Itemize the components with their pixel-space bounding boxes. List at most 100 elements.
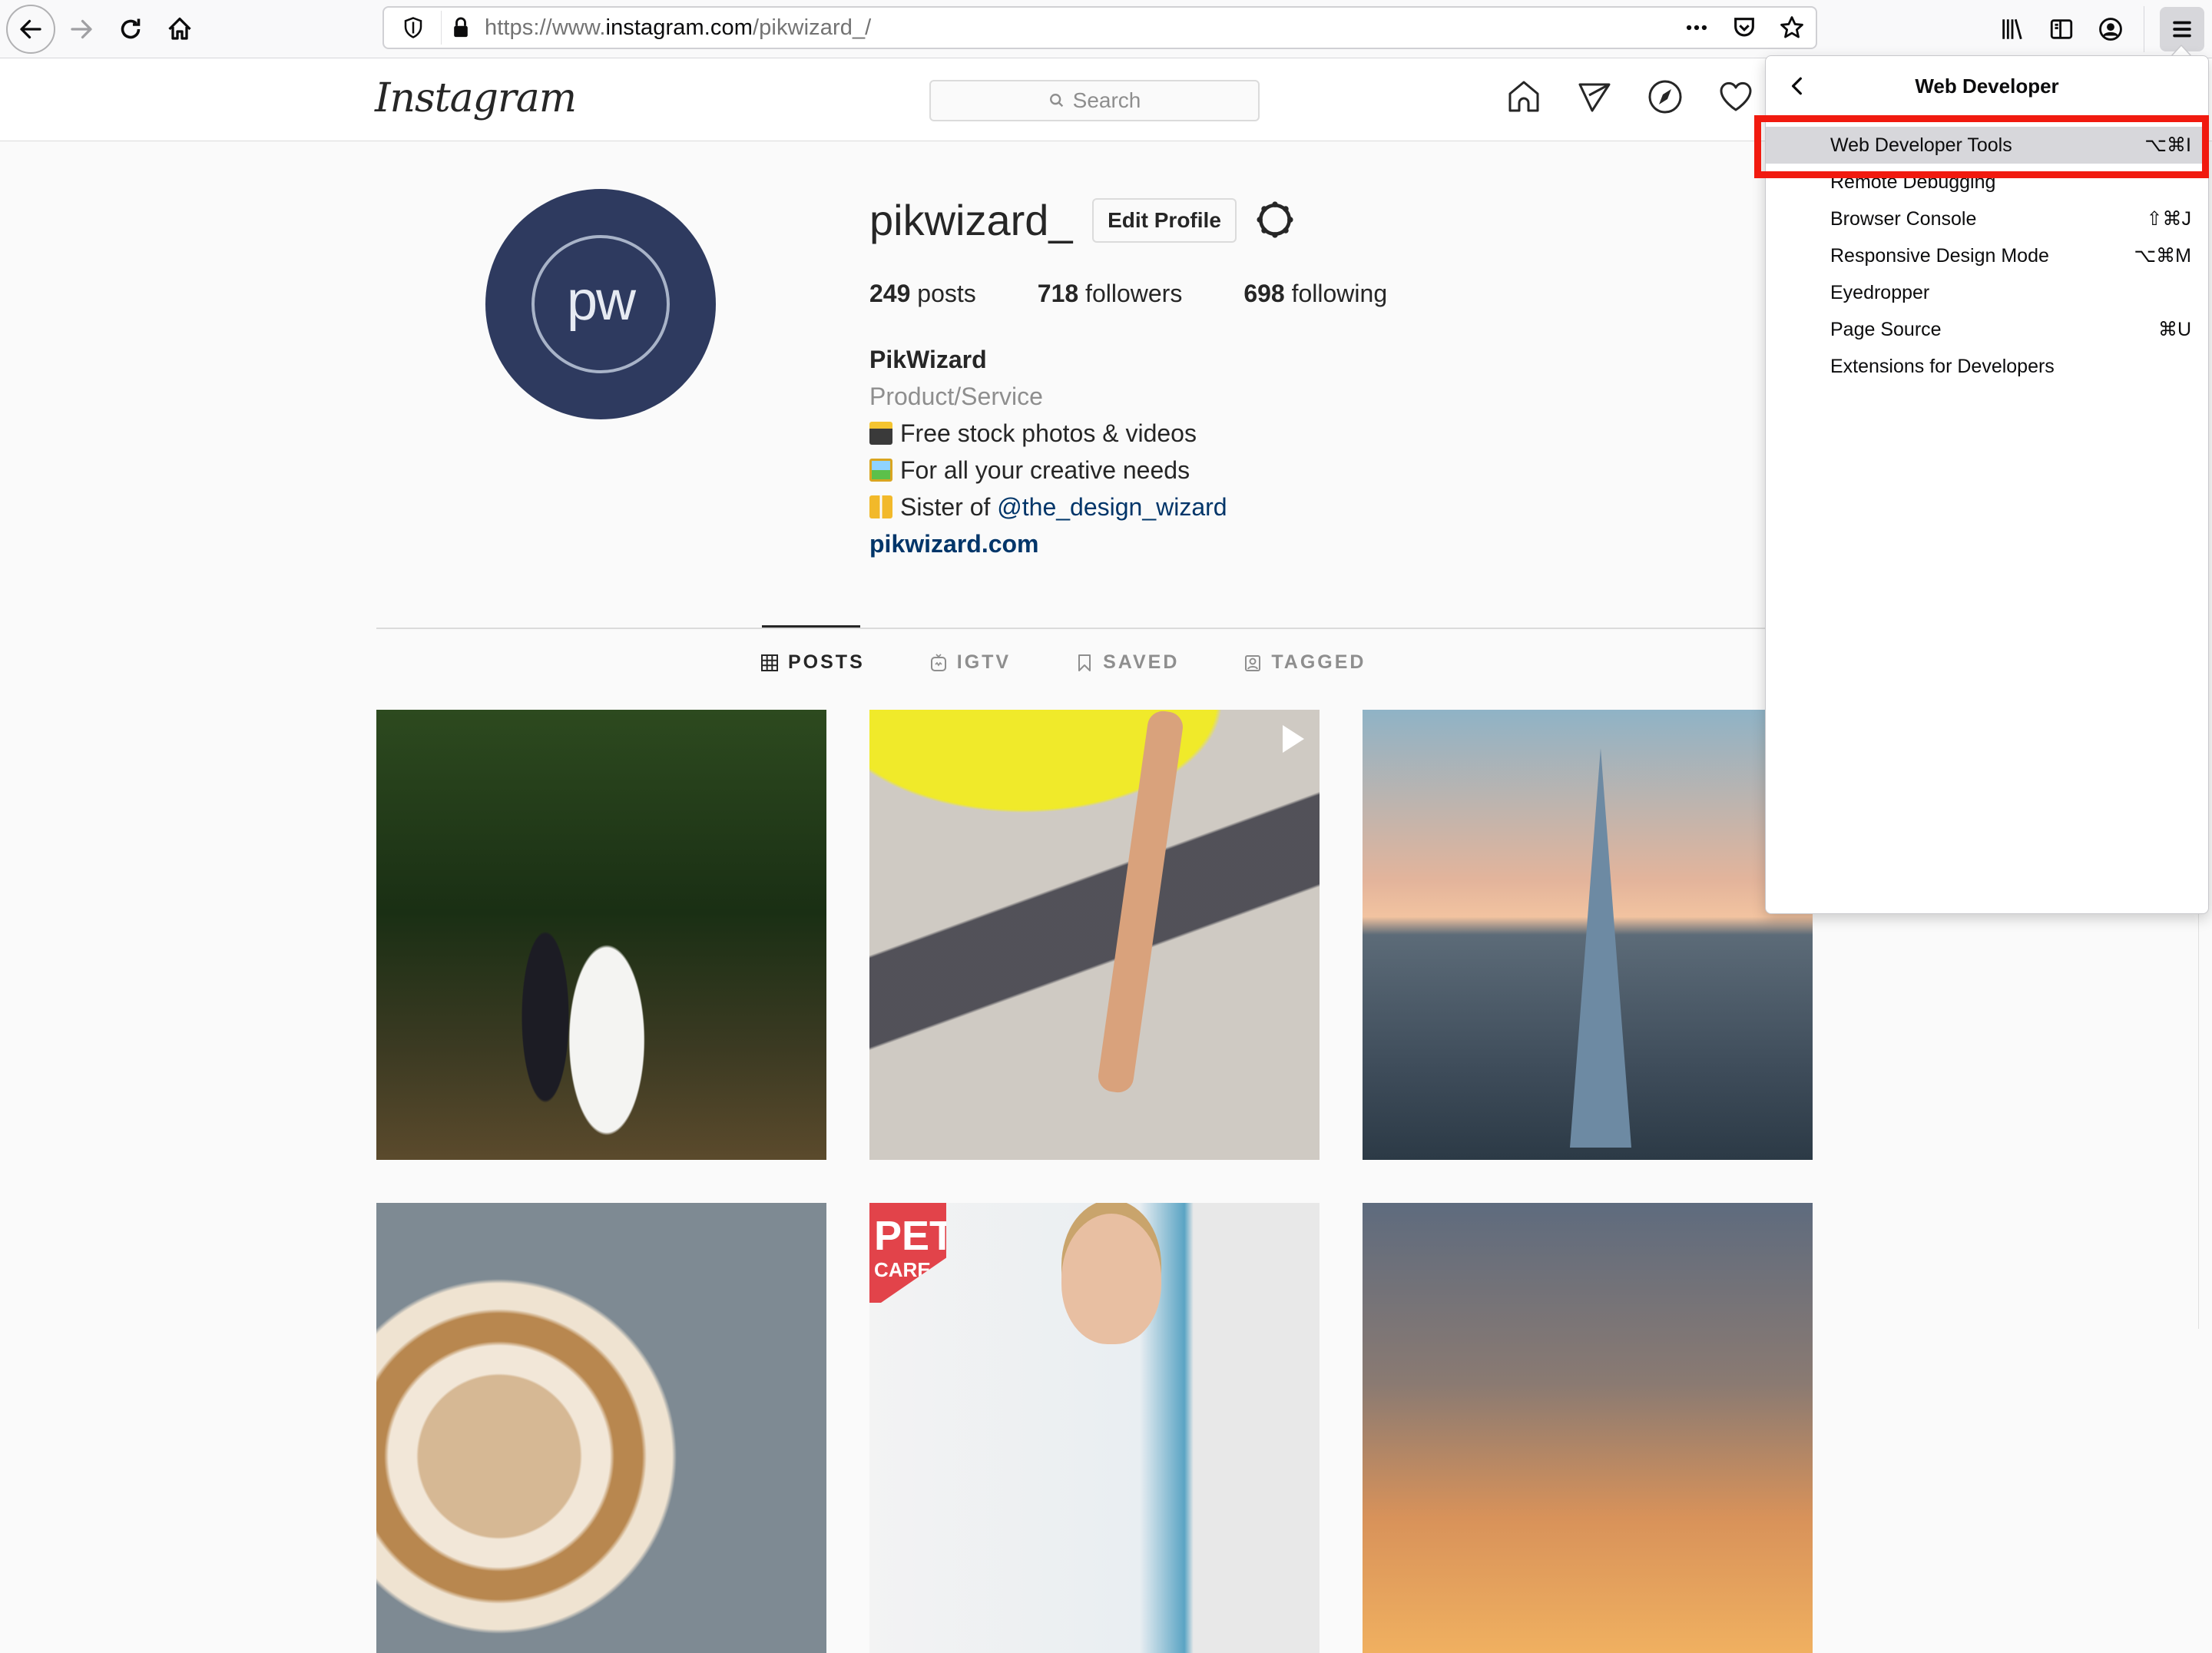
menu-item-label: Browser Console	[1830, 207, 1977, 230]
menu-item-shortcut: ⌥⌘I	[2144, 134, 2191, 156]
forward-button[interactable]	[58, 6, 104, 52]
back-button[interactable]	[6, 5, 55, 54]
stat-count: 249	[869, 280, 911, 307]
site-identity-button[interactable]	[452, 12, 475, 43]
menu-arrow	[2171, 45, 2192, 57]
browser-toolbar: https://www.instagram.com/pikwizard_/	[0, 0, 2212, 58]
bio-line: Free stock photos & videos	[869, 415, 1227, 452]
menu-title: Web Developer	[1915, 74, 2059, 98]
profile-full-name: PikWizard	[869, 346, 987, 373]
nav-activity-button[interactable]	[1717, 78, 1754, 119]
url-text[interactable]: https://www.instagram.com/pikwizard_/	[485, 15, 871, 41]
star-icon[interactable]	[1779, 15, 1805, 41]
website-link[interactable]: pikwizard.com	[869, 525, 1227, 562]
menu-item-label: Page Source	[1830, 318, 1942, 340]
edit-profile-button[interactable]: Edit Profile	[1092, 198, 1237, 243]
bio-line: Sister of @the_design_wizard	[869, 489, 1227, 525]
url-bar[interactable]: https://www.instagram.com/pikwizard_/	[382, 6, 1817, 49]
women-bunny-ears-emoji	[869, 495, 892, 518]
account-button[interactable]	[2088, 7, 2133, 51]
activity-heart-icon	[1720, 81, 1752, 111]
profile-bio: PikWizard Product/Service Free stock pho…	[869, 341, 1227, 562]
bio-text: For all your creative needs	[900, 456, 1190, 484]
bio-text: Free stock photos & videos	[900, 419, 1197, 447]
menu-item-label: Web Developer Tools	[1830, 134, 2012, 156]
more-dots-icon[interactable]	[1684, 15, 1710, 41]
stat-count: 718	[1037, 280, 1079, 307]
search-input[interactable]: Search	[929, 80, 1260, 121]
post-thumbnail[interactable]: PET CARE	[869, 1203, 1320, 1653]
account-icon	[2099, 18, 2122, 41]
avatar-logo-ring: pw	[531, 235, 670, 373]
sidebar-button[interactable]	[2039, 7, 2084, 51]
post-thumbnail[interactable]	[376, 710, 826, 1160]
profile-tabs: POSTS IGTV SAVED TAGGED	[760, 625, 1430, 674]
profile-stats: 249 posts 718 followers 698 following	[869, 280, 1449, 308]
reload-button[interactable]	[108, 6, 154, 52]
profile-category: Product/Service	[869, 383, 1043, 410]
avatar-logo-text: pw	[566, 270, 636, 332]
menu-item-page-source[interactable]: Page Source ⌘U	[1766, 311, 2208, 348]
nav-direct-button[interactable]	[1576, 78, 1613, 119]
menu-item-shortcut: ⌥⌘M	[2134, 245, 2191, 267]
post-thumbnail[interactable]	[1363, 710, 1813, 1160]
home-button[interactable]	[157, 6, 203, 52]
menu-item-extensions-for-developers[interactable]: Extensions for Developers	[1766, 348, 2208, 385]
url-prefix: https://www.	[485, 15, 606, 40]
sidebar-icon	[2050, 19, 2073, 39]
stat-label: followers	[1085, 280, 1183, 307]
tab-posts[interactable]: POSTS	[760, 625, 865, 674]
url-host: instagram.com	[605, 15, 753, 40]
tab-igtv[interactable]: IGTV	[929, 651, 1011, 674]
shield-icon	[404, 17, 422, 38]
menu-item-browser-console[interactable]: Browser Console ⇧⌘J	[1766, 200, 2208, 237]
back-arrow-icon	[20, 19, 41, 39]
menu-item-label: Extensions for Developers	[1830, 355, 2055, 377]
tabs-divider	[376, 628, 1813, 629]
forward-arrow-icon	[71, 19, 92, 39]
direct-message-icon	[1578, 83, 1611, 112]
tagged-user-icon	[1245, 654, 1261, 671]
chevron-left-icon	[1791, 77, 1802, 95]
igtv-icon	[930, 653, 946, 671]
menu-item-shortcut: ⌘U	[2157, 319, 2191, 340]
nav-explore-button[interactable]	[1647, 78, 1684, 119]
post-thumbnail[interactable]	[1363, 1203, 1813, 1653]
stat-posts: 249 posts	[869, 280, 976, 308]
menu-item-label: Responsive Design Mode	[1830, 244, 2049, 267]
post-thumbnail[interactable]	[376, 1203, 826, 1653]
tab-label: TAGGED	[1271, 651, 1366, 673]
grid-icon	[761, 654, 778, 671]
badge-text: PET	[874, 1213, 955, 1259]
menu-back-button[interactable]	[1781, 70, 1813, 102]
posts-grid: PET CARE	[376, 710, 1813, 1653]
stat-followers[interactable]: 718 followers	[1038, 280, 1183, 308]
stat-count: 698	[1243, 280, 1285, 307]
pocket-icon[interactable]	[1731, 15, 1757, 41]
tracking-protection-button[interactable]	[396, 11, 442, 45]
menu-item-remote-debugging[interactable]: Remote Debugging	[1766, 164, 2208, 200]
home-icon	[168, 17, 191, 40]
library-button[interactable]	[1990, 7, 2035, 51]
stat-label: following	[1291, 280, 1388, 307]
profile-avatar[interactable]: pw	[485, 189, 716, 419]
stat-following[interactable]: 698 following	[1243, 280, 1387, 308]
menu-item-eyedropper[interactable]: Eyedropper	[1766, 274, 2208, 311]
nav-home-button[interactable]	[1505, 78, 1542, 119]
hamburger-menu-icon	[2173, 21, 2191, 38]
menu-item-responsive-design-mode[interactable]: Responsive Design Mode ⌥⌘M	[1766, 237, 2208, 274]
tab-label: IGTV	[956, 651, 1012, 673]
menu-item-web-developer-tools[interactable]: Web Developer Tools ⌥⌘I	[1766, 127, 2208, 164]
profile-username: pikwizard_	[869, 196, 1073, 244]
menu-item-shortcut: ⇧⌘J	[2146, 208, 2191, 230]
mention-link[interactable]: @the_design_wizard	[997, 493, 1227, 521]
tab-tagged[interactable]: TAGGED	[1243, 651, 1366, 674]
post-thumbnail[interactable]	[869, 710, 1320, 1160]
pet-care-badge: PET CARE	[869, 1203, 946, 1303]
tab-saved[interactable]: SAVED	[1075, 651, 1179, 674]
post-image-detail	[1096, 710, 1185, 1095]
instagram-logo[interactable]: Instagram	[375, 75, 577, 121]
settings-gear-icon[interactable]	[1253, 198, 1296, 241]
menu-item-label: Remote Debugging	[1830, 171, 1996, 193]
search-placeholder: Search	[1072, 88, 1141, 112]
